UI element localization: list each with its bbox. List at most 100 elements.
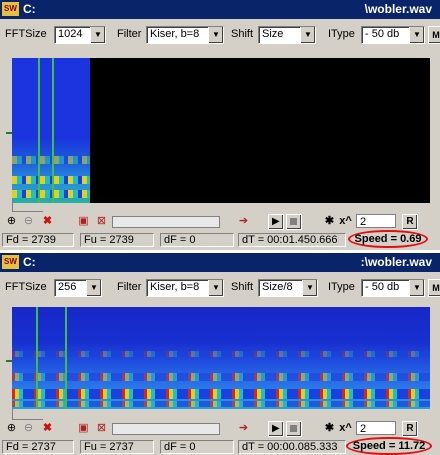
spectral-band xyxy=(12,176,90,184)
power-input[interactable]: 2 xyxy=(356,214,396,228)
toolbar: FFTSize 256 ▼ Filter Kiser, b=8 ▼ Shift … xyxy=(0,275,440,301)
dropdown-arrow-icon[interactable]: ▼ xyxy=(208,280,223,296)
export-icon[interactable]: ➔ xyxy=(236,214,251,229)
close-image-icon[interactable]: ⊠ xyxy=(94,214,109,229)
title-filename: :\wobler.wav xyxy=(360,255,432,269)
asterisk-icon[interactable]: ✱ xyxy=(322,421,337,436)
save-icon[interactable]: ▣ xyxy=(76,214,91,229)
spectrogram-plot[interactable] xyxy=(12,58,430,203)
spectrogram-image xyxy=(12,58,90,203)
position-slider[interactable] xyxy=(112,216,220,228)
power-label: x^ xyxy=(339,422,352,434)
fftsize-select[interactable]: 256 ▼ xyxy=(54,279,102,297)
fd-field: Fd = 2739 xyxy=(2,233,74,247)
title-drive: C: xyxy=(23,2,36,16)
stop-button[interactable] xyxy=(286,421,302,437)
bottom-toolbar: ⊕ ⊖ ✖ ▣ ⊠ ➔ ▶ ✱ x^ 2 R xyxy=(0,212,440,232)
dropdown-arrow-icon[interactable]: ▼ xyxy=(409,27,424,43)
zoom-out-icon[interactable]: ⊖ xyxy=(21,421,36,436)
cancel-icon[interactable]: ✖ xyxy=(40,214,55,229)
app-icon: SW xyxy=(2,2,19,16)
position-slider[interactable] xyxy=(112,423,220,435)
status-bar: Fd = 2737 Fu = 2737 dF = 0 dT = 00:00.08… xyxy=(0,437,440,455)
shift-label: Shift xyxy=(231,28,254,40)
spectrogram-window-2: SW C: :\wobler.wav FFTSize 256 ▼ Filter … xyxy=(0,253,440,455)
play-icon: ▶ xyxy=(272,216,280,227)
r-button[interactable]: R xyxy=(402,214,418,230)
close-image-icon[interactable]: ⊠ xyxy=(94,421,109,436)
left-cursor[interactable] xyxy=(38,58,40,203)
fftsize-label: FFTSize xyxy=(5,281,47,293)
scroll-handle[interactable] xyxy=(12,201,43,212)
itype-select[interactable]: - 50 db ▼ xyxy=(361,26,425,44)
power-input[interactable]: 2 xyxy=(356,421,396,435)
itype-value: - 50 db xyxy=(365,281,400,293)
power-label: x^ xyxy=(339,215,352,227)
dropdown-arrow-icon[interactable]: ▼ xyxy=(90,27,105,43)
df-field: dF = 0 xyxy=(160,233,234,247)
spectral-band xyxy=(12,351,430,357)
filter-select[interactable]: Kiser, b=8 ▼ xyxy=(146,279,224,297)
dropdown-arrow-icon[interactable]: ▼ xyxy=(208,27,223,43)
title-bar: SW C: :\wobler.wav xyxy=(0,253,440,272)
dropdown-arrow-icon[interactable]: ▼ xyxy=(302,280,317,296)
shift-label: Shift xyxy=(231,281,254,293)
more-button[interactable]: M xyxy=(428,26,440,44)
title-bar: SW C: \wobler.wav xyxy=(0,0,440,19)
zoom-in-icon[interactable]: ⊕ xyxy=(4,214,19,229)
spectrogram-image xyxy=(12,307,430,409)
stop-icon xyxy=(290,218,297,225)
asterisk-icon[interactable]: ✱ xyxy=(322,214,337,229)
speed-readout: Speed = 11.72 xyxy=(346,437,432,455)
shift-select[interactable]: Size ▼ xyxy=(258,26,316,44)
status-bar: Fd = 2739 Fu = 2739 dF = 0 dT = 00:01.45… xyxy=(0,230,440,248)
app-icon: SW xyxy=(2,255,19,269)
fftsize-value: 1024 xyxy=(58,28,83,40)
itype-select[interactable]: - 50 db ▼ xyxy=(361,279,425,297)
filter-value: Kiser, b=8 xyxy=(150,281,200,293)
itype-value: - 50 db xyxy=(365,28,400,40)
spectrogram-plot[interactable] xyxy=(12,307,430,409)
play-button[interactable]: ▶ xyxy=(268,421,284,437)
right-cursor[interactable] xyxy=(65,307,67,409)
filter-select[interactable]: Kiser, b=8 ▼ xyxy=(146,26,224,44)
dt-field: dT = 00:00.085.333 xyxy=(238,440,346,454)
bottom-toolbar: ⊕ ⊖ ✖ ▣ ⊠ ➔ ▶ ✱ x^ 2 R xyxy=(0,419,440,439)
right-cursor[interactable] xyxy=(52,58,54,203)
zoom-out-icon[interactable]: ⊖ xyxy=(21,214,36,229)
dt-field: dT = 00:01.450.666 xyxy=(238,233,346,247)
dropdown-arrow-icon[interactable]: ▼ xyxy=(300,27,315,43)
filter-label: Filter xyxy=(117,281,142,293)
spectral-band xyxy=(12,373,430,381)
shift-value: Size xyxy=(262,28,284,40)
shift-value: Size/8 xyxy=(262,281,293,293)
shift-select[interactable]: Size/8 ▼ xyxy=(258,279,318,297)
dropdown-arrow-icon[interactable]: ▼ xyxy=(409,280,424,296)
title-drive: C: xyxy=(23,255,36,269)
spectral-band xyxy=(12,401,430,407)
more-button[interactable]: M xyxy=(428,279,440,297)
fu-field: Fu = 2737 xyxy=(80,440,154,454)
stop-icon xyxy=(290,425,297,432)
zoom-in-icon[interactable]: ⊕ xyxy=(4,421,19,436)
itype-label: IType xyxy=(328,28,355,40)
spectral-band xyxy=(12,156,90,164)
toolbar: FFTSize 1024 ▼ Filter Kiser, b=8 ▼ Shift… xyxy=(0,22,440,48)
fftsize-label: FFTSize xyxy=(5,28,47,40)
itype-label: IType xyxy=(328,281,355,293)
fd-field: Fd = 2737 xyxy=(2,440,74,454)
speed-readout: Speed = 0.69 xyxy=(348,230,428,248)
fftsize-select[interactable]: 1024 ▼ xyxy=(54,26,106,44)
cancel-icon[interactable]: ✖ xyxy=(40,421,55,436)
export-icon[interactable]: ➔ xyxy=(236,421,251,436)
spectral-band xyxy=(12,190,90,198)
play-button[interactable]: ▶ xyxy=(268,214,284,230)
save-icon[interactable]: ▣ xyxy=(76,421,91,436)
df-field: dF = 0 xyxy=(160,440,234,454)
dropdown-arrow-icon[interactable]: ▼ xyxy=(86,280,101,296)
stop-button[interactable] xyxy=(286,214,302,230)
filter-label: Filter xyxy=(117,28,142,40)
r-button[interactable]: R xyxy=(402,421,418,437)
play-icon: ▶ xyxy=(272,423,280,434)
left-cursor[interactable] xyxy=(36,307,38,409)
